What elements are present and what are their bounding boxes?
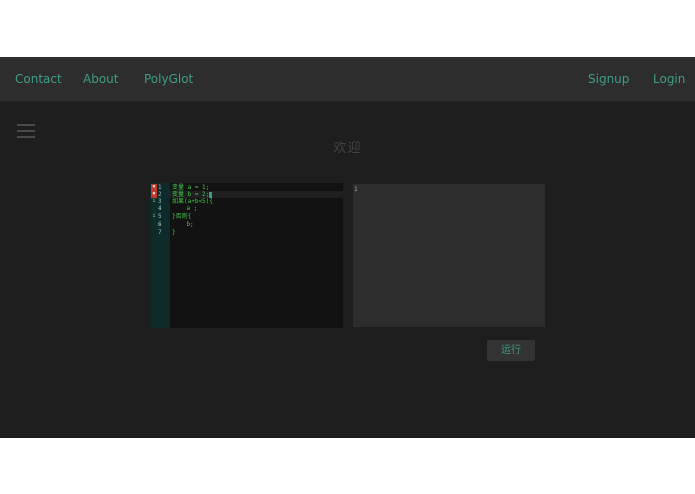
page-title: 欢迎: [333, 141, 362, 156]
code-text: b;: [172, 221, 194, 228]
marker-icon: [151, 205, 157, 212]
code-text: }: [172, 229, 176, 236]
code-line: i 5 - }否则{: [150, 213, 343, 228]
nav-link-about[interactable]: About: [83, 71, 118, 87]
line-number: 7: [158, 229, 162, 236]
nav-link-login[interactable]: Login: [653, 71, 685, 87]
hamburger-menu-icon[interactable]: [17, 124, 35, 138]
code-editor[interactable]: ✖ 1 变量 a = 1; ✖ 2 变量 b = 2; i 3 - 如果(a+b…: [150, 183, 343, 328]
info-marker-icon: i: [152, 198, 156, 204]
app-window: Contact About PolyGlot Signup Login 欢迎: [0, 57, 695, 438]
info-marker-icon: i: [152, 213, 156, 219]
code-text: a ;: [172, 205, 198, 212]
nav-link-polyglot[interactable]: PolyGlot: [144, 71, 193, 87]
nav-link-contact[interactable]: Contact: [15, 71, 62, 87]
output-text: 1: [354, 186, 358, 193]
marker-icon: [151, 229, 157, 236]
error-marker-icon: ✖: [151, 191, 157, 198]
code-line: 6 b;: [150, 221, 343, 229]
output-panel: 1: [353, 184, 545, 327]
code-text: }否则{: [172, 213, 192, 220]
line-number: 4: [158, 205, 162, 212]
run-button[interactable]: 运行: [487, 340, 535, 361]
menu-bar-icon: [17, 130, 35, 132]
line-number: 6: [158, 221, 162, 228]
code-text-content: 变量 b = 2;: [172, 191, 210, 198]
menu-bar-icon: [17, 124, 35, 126]
code-line: 4 a ;: [150, 205, 343, 213]
text-cursor: [209, 191, 213, 198]
navbar: Contact About PolyGlot Signup Login: [0, 57, 695, 102]
code-line: 7 }: [150, 229, 343, 237]
marker-icon: [151, 221, 157, 228]
nav-link-signup[interactable]: Signup: [588, 71, 629, 87]
error-marker-icon: ✖: [151, 184, 157, 191]
